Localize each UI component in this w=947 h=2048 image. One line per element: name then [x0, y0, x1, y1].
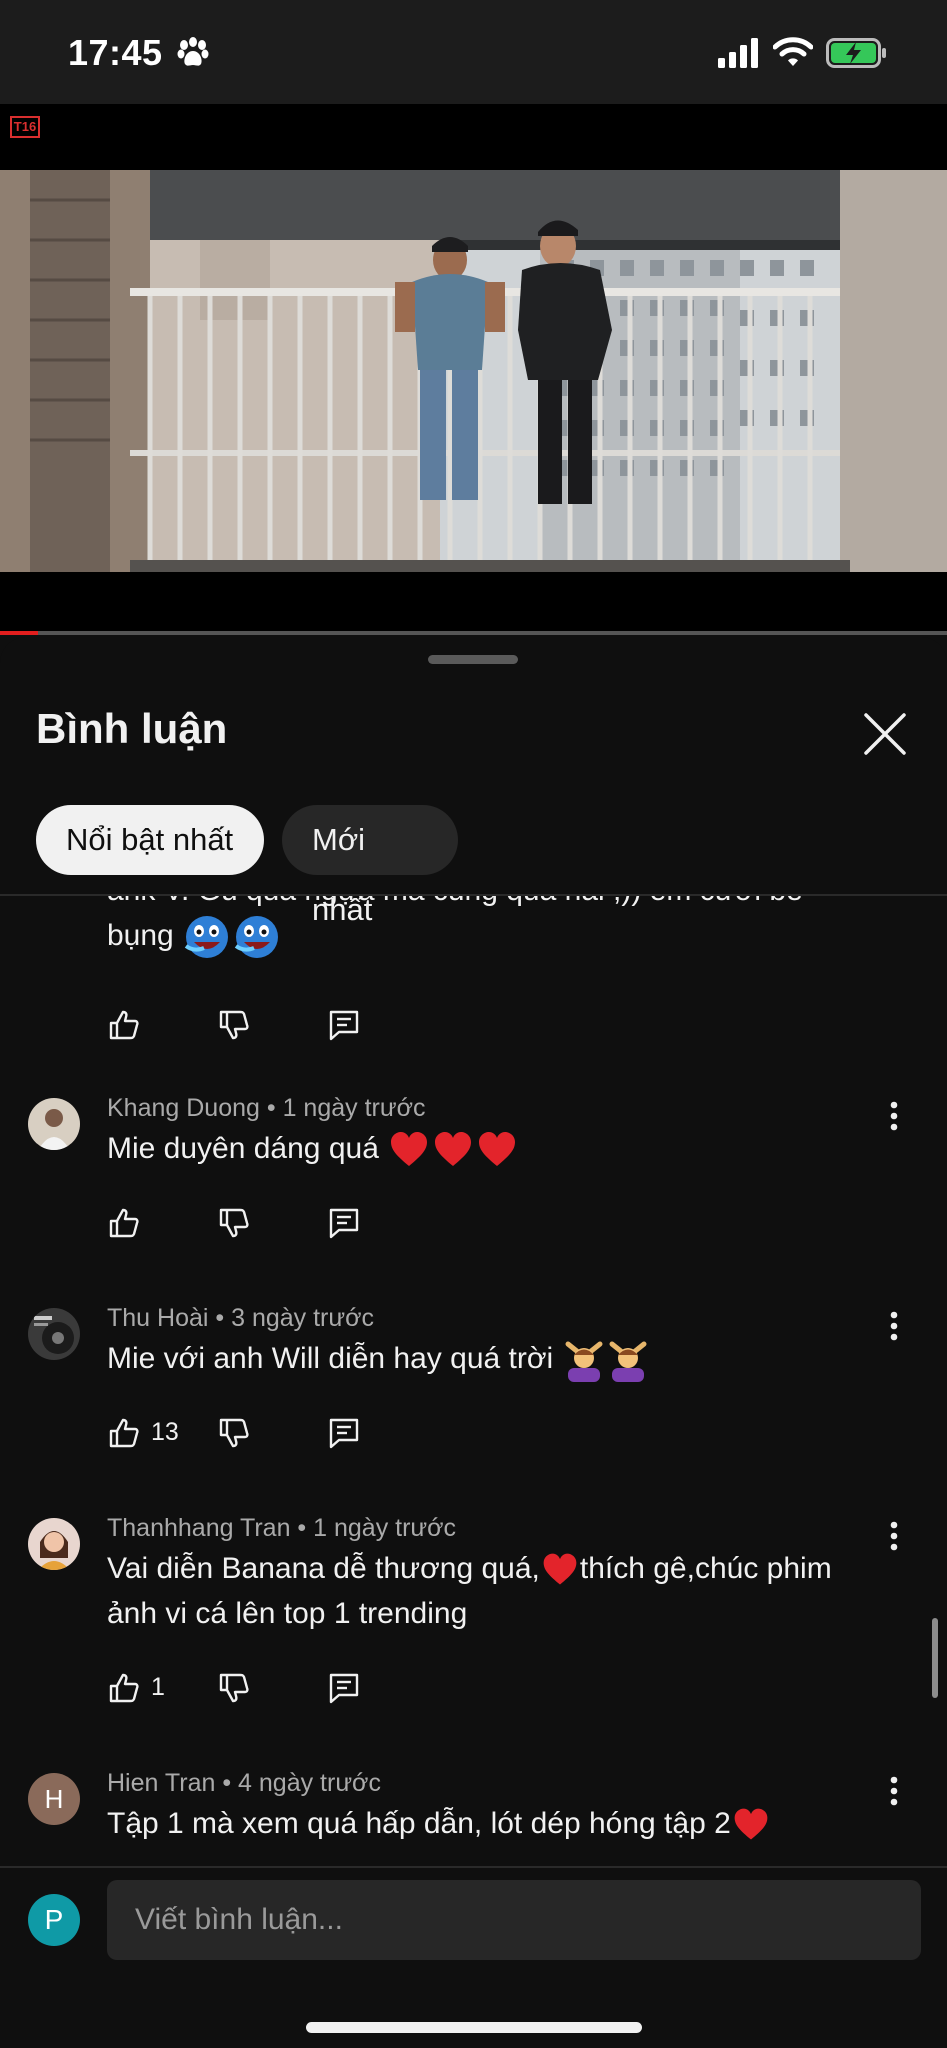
like-icon[interactable]: [107, 1416, 141, 1450]
more-options-icon[interactable]: [874, 1096, 914, 1136]
comment-text-content: Mie với anh Will diễn hay quá trời: [107, 1342, 562, 1375]
comment-time: 3 ngày trước: [231, 1304, 375, 1332]
comment-actions: [107, 1206, 407, 1246]
heart-icon: [391, 1132, 428, 1167]
reply-icon[interactable]: [327, 1671, 361, 1705]
heart-icon: [734, 1808, 768, 1840]
more-options-icon[interactable]: [874, 1516, 914, 1556]
like-count: 13: [151, 1418, 179, 1446]
person-gesturing-ok-icon: [609, 1341, 647, 1383]
age-rating-badge: T16: [10, 116, 40, 138]
comment-meta: Khang Duong • 1 ngày trước: [107, 1094, 425, 1123]
dislike-icon[interactable]: [217, 1008, 251, 1042]
heart-icon: [479, 1132, 516, 1167]
comment-item: Thu Hoài • 3 ngày trước Mie với anh Will…: [0, 1304, 947, 1484]
comments-title: Bình luận: [36, 705, 228, 752]
more-options-icon[interactable]: [874, 1306, 914, 1346]
like-count: 1: [151, 1673, 165, 1701]
sort-chip-newest[interactable]: Mới nhất: [282, 805, 458, 927]
meta-separator: •: [208, 1304, 232, 1332]
comment-time: 1 ngày trước: [313, 1514, 457, 1542]
comment-meta: Thu Hoài • 3 ngày trước: [107, 1304, 374, 1333]
drag-handle[interactable]: [428, 655, 518, 664]
dislike-icon[interactable]: [217, 1416, 251, 1450]
avatar[interactable]: H: [28, 1773, 80, 1825]
comment-author[interactable]: Thu Hoài: [107, 1304, 208, 1332]
comment-text: Mie với anh Will diễn hay quá trời: [107, 1336, 887, 1383]
meta-separator: •: [259, 1094, 283, 1122]
comment-author[interactable]: Thanhhang Tran: [107, 1514, 290, 1542]
video-frame-image: [0, 170, 947, 572]
comment-author[interactable]: Hien Tran: [107, 1769, 215, 1797]
comment-input[interactable]: [107, 1880, 921, 1960]
reply-icon[interactable]: [327, 1008, 361, 1042]
heart-icon: [435, 1132, 472, 1167]
comment-meta: Hien Tran • 4 ngày trước: [107, 1769, 381, 1798]
like-icon[interactable]: [107, 1008, 141, 1042]
current-user-avatar[interactable]: P: [28, 1894, 80, 1946]
drooling-emoji-icon: [184, 916, 229, 958]
comment-meta: Thanhhang Tran • 1 ngày trước: [107, 1514, 456, 1543]
reply-icon[interactable]: [327, 1206, 361, 1240]
comments-sheet: Bình luận Nổi bật nhất Mới nhất ank V. G…: [0, 637, 947, 2048]
drooling-emoji-icon: [234, 916, 279, 958]
more-options-icon[interactable]: [874, 1771, 914, 1811]
comment-author[interactable]: Khang Duong: [107, 1094, 260, 1122]
paw-icon: [177, 37, 209, 66]
comment-text-content: Mie duyên dáng quá: [107, 1132, 388, 1165]
video-progress-bar[interactable]: [0, 631, 947, 635]
wifi-icon: [773, 37, 813, 66]
status-bar: 17:45: [0, 0, 947, 104]
battery-charging-icon: [826, 38, 886, 68]
comment-actions: [107, 1008, 407, 1048]
comment-text: Vai diễn Banana dễ thương quá, thích gê,c…: [107, 1546, 887, 1636]
comment-text: Tập 1 mà xem quá hấp dẫn, lót dép hóng t…: [107, 1801, 887, 1846]
comment-item: Thanhhang Tran • 1 ngày trước Vai diễn B…: [0, 1514, 947, 1744]
heart-icon: [543, 1553, 577, 1585]
avatar[interactable]: [28, 1098, 80, 1150]
avatar[interactable]: [28, 1308, 80, 1360]
comment-time: 1 ngày trước: [282, 1094, 426, 1122]
video-player[interactable]: [0, 170, 947, 572]
comment-text-content: Tập 1 mà xem quá hấp dẫn, lót dép hóng t…: [107, 1807, 731, 1840]
comment-text: Mie duyên dáng quá: [107, 1126, 887, 1172]
comment-composer: P: [0, 1866, 947, 2048]
status-time: 17:45: [68, 32, 163, 73]
comment-time: 4 ngày trước: [238, 1769, 381, 1797]
like-icon[interactable]: [107, 1671, 141, 1705]
person-gesturing-ok-icon: [565, 1341, 603, 1383]
comment-actions: 1: [107, 1671, 407, 1711]
meta-separator: •: [290, 1514, 314, 1542]
sort-chip-top[interactable]: Nổi bật nhất: [36, 805, 264, 875]
cellular-signal-icon: [718, 38, 758, 68]
video-progress-fill: [0, 631, 38, 635]
comment-list[interactable]: ank V. Gu quá ngựa mà cũng quá hài ;)) e…: [0, 896, 947, 2020]
comment-actions: 13: [107, 1416, 407, 1456]
like-icon[interactable]: [107, 1206, 141, 1240]
partial-comment-line-2: bụng: [107, 918, 174, 952]
meta-separator: •: [215, 1769, 239, 1797]
dislike-icon[interactable]: [217, 1671, 251, 1705]
partial-comment-text: ank V. Gu quá ngựa mà cũng quá hài ;)) e…: [107, 896, 887, 962]
comment-list-scrollbar[interactable]: [932, 1618, 938, 1698]
comment-text-content: Vai diễn Banana dễ thương quá,: [107, 1552, 540, 1585]
video-bottom-bar: [0, 572, 947, 632]
video-top-bar: T16: [0, 104, 947, 170]
reply-icon[interactable]: [327, 1416, 361, 1450]
comment-item: Khang Duong • 1 ngày trước Mie duyên dán…: [0, 1094, 947, 1274]
close-icon[interactable]: [858, 707, 912, 761]
dislike-icon[interactable]: [217, 1206, 251, 1240]
home-indicator: [306, 2022, 642, 2033]
partial-comment-line-1: ank V. Gu quá ngựa mà cũng quá hài ;)) e…: [107, 896, 803, 912]
avatar[interactable]: [28, 1518, 80, 1570]
